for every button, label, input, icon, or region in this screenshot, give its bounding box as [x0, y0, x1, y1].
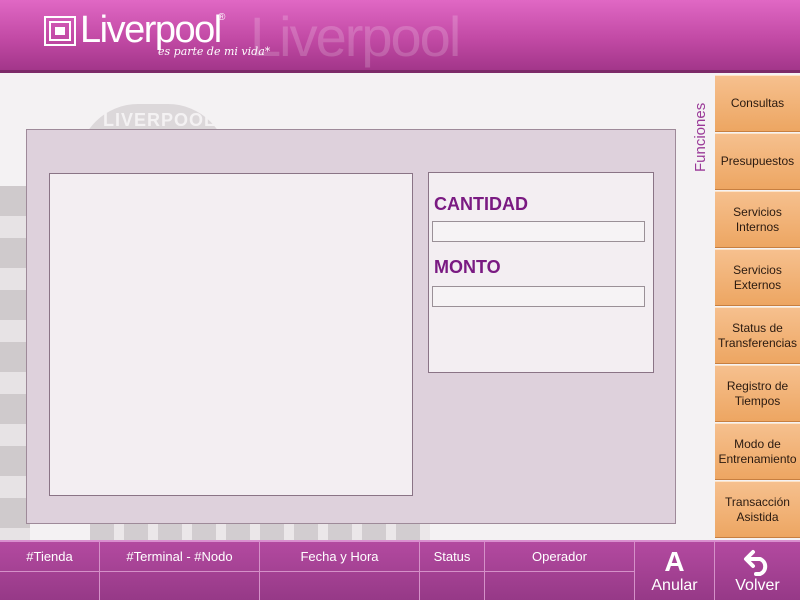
logo-registered-mark: ® — [218, 12, 226, 23]
tienda-label: #Tienda — [0, 542, 99, 572]
totals-box: CANTIDAD MONTO — [428, 172, 654, 373]
terminal-nodo-value — [100, 573, 259, 600]
tienda-value — [0, 573, 99, 600]
fecha-hora-label: Fecha y Hora — [260, 542, 419, 572]
sidebar-item-consultas[interactable]: Consultas — [715, 75, 800, 132]
sidebar-item-transaccion-asistida[interactable]: Transacción Asistida — [715, 481, 800, 538]
footer-col-status: Status — [420, 542, 485, 600]
sidebar-item-modo-entrenamiento[interactable]: Modo de Entrenamiento — [715, 423, 800, 480]
monto-label: MONTO — [434, 257, 501, 277]
footer-col-fecha-hora: Fecha y Hora — [260, 542, 420, 600]
logo-tagline: es parte de mi vida* — [158, 45, 271, 58]
app-header: Liverpool Liverpool ® es parte de mi vid… — [0, 0, 800, 73]
main-panel: CANTIDAD MONTO — [26, 129, 676, 524]
monto-field[interactable] — [432, 286, 645, 307]
status-label: Status — [420, 542, 484, 572]
footer-col-tienda: #Tienda — [0, 542, 100, 600]
return-arrow-icon — [744, 550, 768, 576]
sidebar-item-status-transferencias[interactable]: Status de Transferencias — [715, 307, 800, 364]
sidebar-item-servicios-externos[interactable]: Servicios Externos — [715, 249, 800, 306]
sidebar-item-servicios-internos[interactable]: Servicios Internos — [715, 191, 800, 248]
anular-button[interactable]: A Anular — [635, 542, 715, 600]
background-dome-text: LIVERPOOL — [103, 110, 217, 130]
liverpool-logo-icon — [44, 16, 76, 46]
anular-label: Anular — [651, 577, 698, 594]
status-footer: #Tienda #Terminal - #Nodo Fecha y Hora S… — [0, 540, 800, 600]
status-value — [420, 573, 484, 600]
footer-col-terminal-nodo: #Terminal - #Nodo — [100, 542, 260, 600]
sidebar-item-presupuestos[interactable]: Presupuestos — [715, 133, 800, 190]
sidebar-item-registro-tiempos[interactable]: Registro de Tiempos — [715, 365, 800, 422]
volver-button[interactable]: Volver — [715, 542, 800, 600]
fecha-hora-value — [260, 573, 419, 600]
operador-label: Operador — [485, 542, 634, 572]
functions-sidebar: Consultas Presupuestos Servicios Interno… — [715, 75, 800, 540]
item-list-area — [49, 173, 413, 496]
operador-value — [485, 573, 634, 600]
volver-label: Volver — [735, 577, 780, 594]
logo-watermark: Liverpool — [250, 5, 461, 68]
cantidad-field[interactable] — [432, 221, 645, 242]
funciones-title: Funciones — [692, 102, 709, 172]
background-building-base — [90, 524, 430, 540]
anular-icon: A — [664, 546, 685, 577]
cantidad-label: CANTIDAD — [434, 194, 528, 214]
terminal-nodo-label: #Terminal - #Nodo — [100, 542, 259, 572]
footer-col-operador: Operador — [485, 542, 635, 600]
